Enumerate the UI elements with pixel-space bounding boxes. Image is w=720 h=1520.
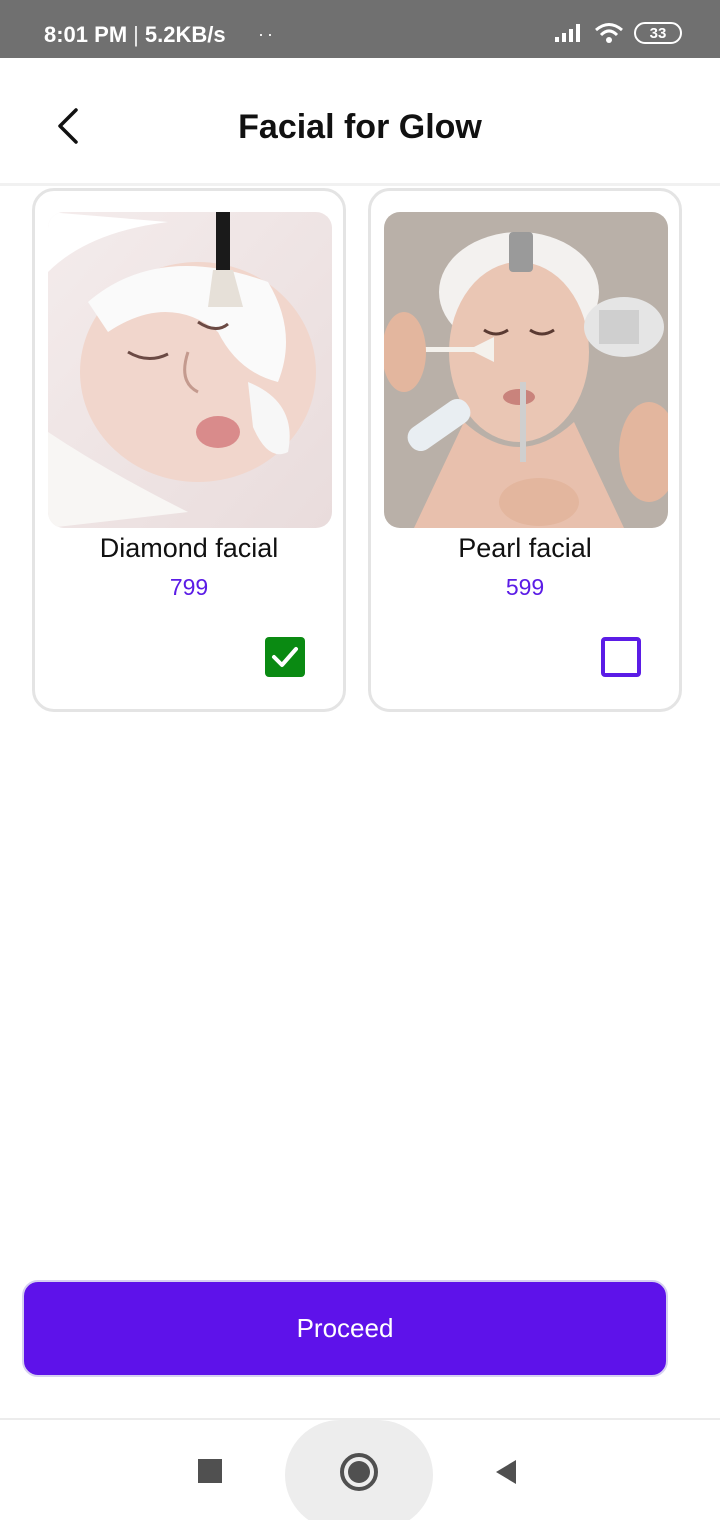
back-triangle-icon[interactable] — [492, 1458, 520, 1486]
page-title: Facial for Glow — [238, 108, 482, 146]
system-nav-bar — [0, 1418, 720, 1520]
status-right: 33 — [554, 22, 682, 44]
facial-mask-photo — [48, 212, 332, 528]
service-image — [384, 212, 668, 528]
status-bar: 8:01 PM | 5.2KB/s ·· 33 — [0, 0, 720, 58]
status-left: 8:01 PM | 5.2KB/s — [44, 22, 226, 48]
service-price: 599 — [505, 574, 545, 600]
app-bar: Facial for Glow — [0, 58, 720, 186]
notification-dots: ·· — [258, 24, 276, 44]
signal-icon — [555, 24, 580, 42]
home-circle-inner — [348, 1461, 370, 1483]
recents-square-icon[interactable] — [198, 1459, 222, 1483]
service-card-diamond[interactable]: Diamond facial 799 — [32, 188, 346, 712]
service-name: Pearl facial — [458, 533, 592, 563]
network-speed: 5.2KB/s — [144, 22, 226, 47]
service-card-pearl[interactable]: Pearl facial 599 — [368, 188, 682, 712]
wifi-icon — [595, 23, 623, 43]
status-separator: | — [133, 22, 139, 47]
service-image — [48, 212, 332, 528]
facial-treatment-photo — [384, 212, 668, 528]
select-checkbox-checked[interactable] — [265, 637, 305, 677]
checkmark-icon — [272, 647, 298, 667]
status-time: 8:01 PM — [44, 22, 128, 47]
proceed-button[interactable]: Proceed — [22, 1280, 668, 1377]
service-price: 799 — [169, 574, 209, 600]
home-circle-icon[interactable] — [340, 1453, 378, 1491]
service-name: Diamond facial — [99, 533, 279, 563]
battery-icon: 33 — [634, 22, 682, 44]
select-checkbox-unchecked[interactable] — [601, 637, 641, 677]
